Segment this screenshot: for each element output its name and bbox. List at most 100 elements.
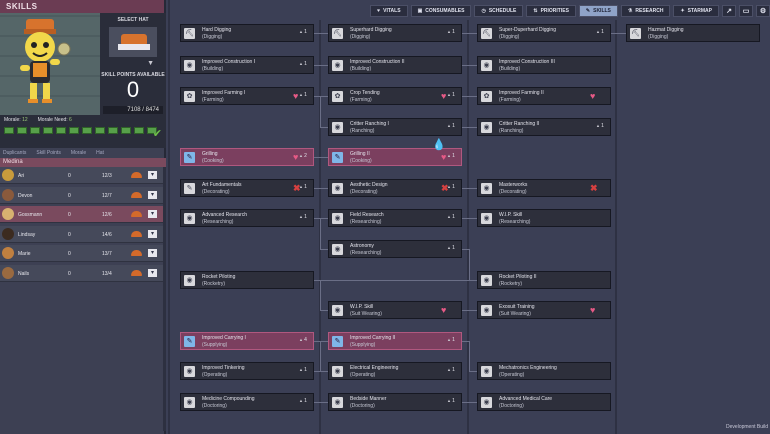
skill-group: (Farming) <box>350 97 372 103</box>
duplicant-skill-points: 0 <box>68 192 71 199</box>
duplicant-row[interactable]: Ari 0 12/3 ▾ <box>0 167 163 184</box>
duplicant-name: Ari <box>18 173 25 179</box>
skill-icon: ✿ <box>481 91 492 102</box>
skill-icon: ◉ <box>332 305 343 316</box>
select-hat-label: SELECT HAT <box>117 17 149 23</box>
avatar <box>2 247 14 259</box>
skill-bedside-manner[interactable]: ◉ Bedside Manner(Doctoring) 1 <box>328 393 462 411</box>
duplicant-row[interactable]: Gossmann 0 12/6 ▾ <box>0 206 163 223</box>
skill-name: Exosuit Training <box>499 304 535 310</box>
checkmark-icon: ✔ <box>152 128 162 140</box>
duplicant-morale: 13/7 <box>102 251 112 257</box>
skill-duplicant-count: 1 <box>596 29 604 35</box>
skill-wip-skill-suit[interactable]: ◉ W.I.P. Skill (Suit Wearing) ♥ <box>328 301 462 319</box>
skill-advanced-medical-care[interactable]: ◉ Advanced Medical Care (Doctoring) <box>477 393 611 411</box>
column-header-morale[interactable]: Morale <box>71 150 86 158</box>
duplicant-name: Nails <box>18 270 30 277</box>
hat-dropdown[interactable]: ▼ <box>108 26 158 67</box>
hat-dropdown-button[interactable]: ▾ <box>148 249 157 257</box>
heart-icon: ♥ <box>293 152 299 162</box>
skill-improved-construction-1[interactable]: ◉ Improved Construction I(Building) 1 <box>180 56 314 74</box>
cross-icon: ✖ <box>590 183 598 193</box>
skill-name: Improved Farming I <box>202 90 246 96</box>
column-header-hat[interactable]: Hat <box>96 150 104 158</box>
duplicant-skill-points: 0 <box>68 270 71 277</box>
skill-name: Improved Carrying I <box>202 335 246 341</box>
duplicant-morale: 13/4 <box>102 270 112 277</box>
skill-improved-tinkering[interactable]: ◉ Improved Tinkering(Operating) 1 <box>180 362 314 380</box>
skill-group: (Building) <box>350 66 372 72</box>
skill-superhard-digging[interactable]: ⛏ Superhard Digging(Digging) 1 <box>328 24 462 42</box>
morale-meter <box>4 127 162 134</box>
duplicant-row[interactable]: Nails 0 13/4 ▾ <box>0 264 163 282</box>
skill-group: (Decorating) <box>499 189 527 195</box>
skill-duplicant-count: 1 <box>447 245 455 251</box>
skill-icon: ◉ <box>481 213 492 224</box>
helmet-icon <box>131 230 142 237</box>
column-header-skill-points[interactable]: Skill Points <box>36 150 60 158</box>
skill-icon: ⛏ <box>332 28 343 39</box>
skill-critter-ranching-2[interactable]: ◉ Critter Ranching II(Ranching) 1 <box>477 118 611 136</box>
skill-icon: ◉ <box>481 305 492 316</box>
skill-name: Critter Ranching I <box>350 121 389 127</box>
skill-improved-farming-1[interactable]: ✿ Improved Farming I(Farming) 1♥ <box>180 87 314 105</box>
skill-group: (Supplying) <box>350 342 376 348</box>
skill-wip-skill-research[interactable]: ◉ W.I.P. Skill (Researching) <box>477 209 611 227</box>
skill-group: (Farming) <box>499 97 521 103</box>
column-header-duplicants[interactable]: Duplicants <box>3 150 26 158</box>
skill-improved-construction-2[interactable]: ◉ Improved Construction II (Building) <box>328 56 462 74</box>
skill-improved-farming-2[interactable]: ✿ Improved Farming II (Farming) ♥ <box>477 87 611 105</box>
skill-medicine-compounding[interactable]: ◉ Medicine Compounding(Doctoring) 1 <box>180 393 314 411</box>
skill-hazmat-digging[interactable]: ⛏ Hazmat Digging (Digging) <box>626 24 760 42</box>
skill-rocket-piloting[interactable]: ◉ Rocket Piloting (Rocketry) <box>180 271 314 289</box>
skill-art-fundamentals[interactable]: ✎Art Fundamentals(Decorating)1✖ <box>180 179 314 197</box>
skill-astronomy[interactable]: ◉ Astronomy(Researching) 1 <box>328 240 462 258</box>
hat-dropdown-button[interactable]: ▾ <box>148 210 157 218</box>
skill-hard-digging[interactable]: ⛏ Hard Digging(Digging) 1 <box>180 24 314 42</box>
skill-grilling[interactable]: ✎ Grilling(Cooking) 2♥ <box>180 148 314 166</box>
hat-dropdown-button[interactable]: ▾ <box>148 171 157 179</box>
skill-superduperhard-digging[interactable]: ⛏ Super-Duperhard Digging(Digging) 1 <box>477 24 611 42</box>
skill-group: (Operating) <box>202 372 228 378</box>
skill-rocket-piloting-2[interactable]: ◉ Rocket Piloting II (Rocketry) <box>477 271 611 289</box>
duplicant-morale: 12/6 <box>102 212 112 218</box>
duplicant-skills-panel: SKILLS SELECT HAT ▼ SKILL POINTS AVAILAB… <box>0 0 166 434</box>
hat-dropdown-button[interactable]: ▾ <box>148 229 157 238</box>
skill-name: Medicine Compounding <box>202 396 255 402</box>
sweat-drop-icon: 💧 <box>432 139 446 151</box>
skill-electrical-engineering[interactable]: ◉ Electrical Engineering(Operating) 1 <box>328 362 462 380</box>
skill-improved-carrying-2[interactable]: ✎ Improved Carrying II(Supplying) 1 <box>328 332 462 350</box>
skill-advanced-research[interactable]: ◉ Advanced Research(Researching) 1 <box>180 209 314 227</box>
skill-improved-construction-3[interactable]: ◉ Improved Construction III (Building) <box>477 56 611 74</box>
skill-critter-ranching-1[interactable]: ◉ Critter Ranching I(Ranching) 1 <box>328 118 462 136</box>
skill-icon: ◉ <box>481 183 492 194</box>
hat-dropdown-button[interactable]: ▾ <box>148 190 157 199</box>
skill-icon: ✿ <box>332 91 343 102</box>
skill-group: (Researching) <box>350 250 382 256</box>
duplicant-name: Lindsay <box>18 231 36 238</box>
skill-masterworks[interactable]: ◉ Masterworks (Decorating) ✖ <box>477 179 611 197</box>
skill-group: (Suit Wearing) <box>499 311 531 317</box>
heart-icon: ♥ <box>590 91 596 101</box>
skill-icon: ✿ <box>184 91 195 102</box>
skill-improved-carrying-1[interactable]: ✎ Improved Carrying I(Supplying) 4 <box>180 332 314 350</box>
skill-field-research[interactable]: ◉ Field Research(Researching) 1 <box>328 209 462 227</box>
duplicant-row[interactable]: Lindsay 0 14/6 ▾ <box>0 225 163 243</box>
skill-icon: ◉ <box>184 397 195 408</box>
hat-dropdown-button[interactable]: ▾ <box>148 268 157 277</box>
duplicant-list-scrollbar[interactable] <box>163 167 166 431</box>
skill-crop-tending[interactable]: ✿ Crop Tending(Farming) 1♥ <box>328 87 462 105</box>
helmet-icon <box>131 269 142 276</box>
skill-icon: ◉ <box>184 366 195 377</box>
duplicant-row[interactable]: Marie 0 13/7 ▾ <box>0 245 163 262</box>
skill-duplicant-count: 1 <box>447 92 455 98</box>
skill-icon: ◉ <box>332 60 343 71</box>
skill-mechatronics-engineering[interactable]: ◉ Mechatronics Engineering (Operating) <box>477 362 611 380</box>
skill-group: (Decorating) <box>202 189 230 195</box>
duplicant-row[interactable]: Devon 0 12/7 ▾ <box>0 186 163 204</box>
skill-exosuit-training[interactable]: ◉ Exosuit Training (Suit Wearing) ♥ <box>477 301 611 319</box>
duplicant-portrait <box>0 13 100 115</box>
skill-icon: ⛏ <box>481 28 492 39</box>
skill-aesthetic-design[interactable]: ◉Aesthetic Design(Decorating)1✖ <box>328 179 462 197</box>
skill-name: Grilling II <box>350 151 370 157</box>
